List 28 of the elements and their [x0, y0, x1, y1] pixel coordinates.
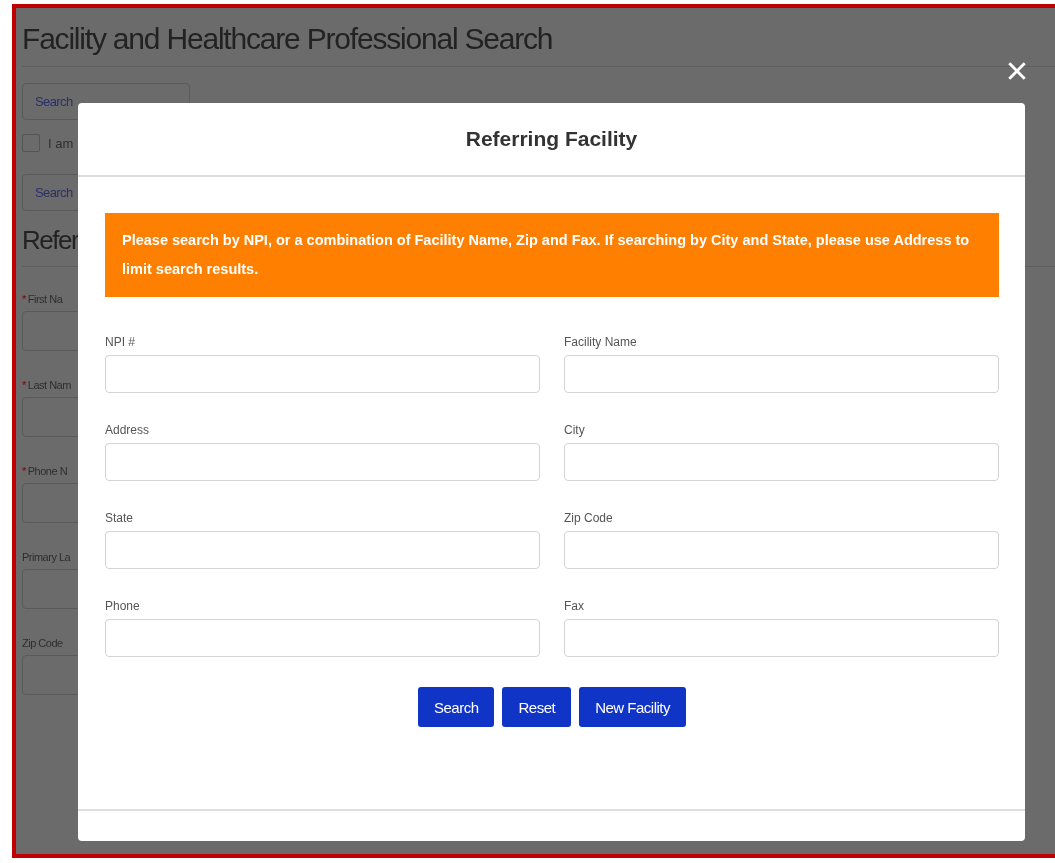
field-label: NPI # [105, 335, 136, 349]
input-field[interactable] [105, 355, 540, 393]
input-field[interactable] [105, 619, 540, 657]
input-field[interactable] [105, 531, 540, 569]
modal-title: Referring Facility [465, 127, 638, 151]
input-field[interactable] [105, 443, 540, 481]
page-title: Facility and Healthcare Professional Search [22, 8, 1055, 67]
field-label: Zip Code [22, 637, 64, 649]
action-button[interactable]: Reset [502, 687, 572, 727]
field-label: City [564, 423, 586, 437]
field-label: Primary La [22, 551, 72, 563]
input-field[interactable] [564, 443, 999, 481]
field-label: Address [105, 423, 151, 437]
input-field[interactable] [564, 531, 999, 569]
action-button[interactable]: New Facility [579, 687, 687, 727]
field-label: Facility Name [564, 335, 638, 349]
close-icon[interactable] [1006, 60, 1028, 82]
field-label: * First Na [22, 293, 64, 305]
field-label: * Phone N [22, 465, 69, 477]
input-field[interactable] [564, 355, 999, 393]
action-button[interactable]: Search [417, 687, 495, 727]
input-field[interactable] [564, 619, 999, 657]
field-label: Phone [105, 599, 141, 613]
field-label: * Last Nam [22, 379, 72, 391]
field-label: State [105, 511, 135, 525]
field-label: Zip Code [564, 511, 614, 525]
field-label: Fax [564, 599, 585, 613]
notice-banner: Please search by NPI, or a combination of Facility Name, Zip and Fax. If searching by City and State, please use Address to limit search results. [105, 213, 999, 297]
